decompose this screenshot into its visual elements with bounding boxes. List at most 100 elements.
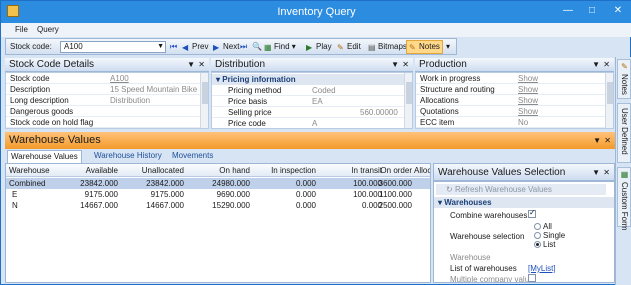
pin-icon[interactable]: ▼ (593, 132, 601, 149)
distribution-scrollbar[interactable] (404, 73, 412, 128)
refresh-icon: ↻ (446, 185, 455, 194)
radio-single[interactable] (534, 232, 541, 239)
detail-value: 15 Speed Mountain Bike Bo (110, 85, 209, 94)
menu-query[interactable]: Query (37, 25, 59, 34)
detail-label: Structure and routing (420, 85, 495, 94)
table-row[interactable]: Combined 23842.000 23842.000 24980.000 0.000… (6, 178, 430, 189)
table-cell: 1100.000 (379, 190, 412, 199)
chevron-down-icon[interactable]: ▼ (157, 42, 164, 52)
pricing-section-header[interactable]: ▾ Pricing information (212, 74, 412, 85)
refresh-label: Refresh Warehouse Values (454, 185, 552, 194)
radio-list[interactable] (534, 241, 541, 248)
grid-header: Warehouse Available Unallocated On hand … (6, 164, 430, 177)
side-tab-strip: Notes ✎ User Defined Custom Form ▦ (615, 57, 631, 285)
pin-icon[interactable]: ▼ (592, 58, 600, 72)
find-button[interactable]: ▦ Find ▾ (264, 41, 296, 53)
warehouse-tabs: Warehouse Values Warehouse History Movem… (5, 149, 431, 163)
stock-code-details-body: Stock code A100 Description 15 Speed Mount… (5, 72, 209, 129)
window-title: Inventory Query (277, 6, 356, 18)
column-header[interactable]: Allocat (414, 165, 430, 176)
detail-row: Stock code on hold flag (6, 118, 208, 128)
side-tab-notes-label: Notes (620, 74, 629, 95)
notes-icon: ✎ (409, 43, 416, 52)
multiple-company-label: Multiple company value (450, 275, 534, 283)
tab-movements[interactable]: Movements (169, 150, 216, 163)
option-all[interactable]: All (534, 222, 552, 231)
next-icon: ▶ (213, 43, 220, 52)
close-panel-icon[interactable]: ✕ (198, 58, 205, 72)
warehouses-section-title: Warehouses (444, 198, 492, 207)
refresh-warehouse-values-button[interactable]: ↻ Refresh Warehouse Values (436, 184, 606, 195)
distribution-header: Distribution ▼ ✕ (211, 58, 413, 72)
zoom-icon[interactable]: 🔍 (252, 41, 262, 53)
edit-label: Edit (347, 42, 361, 51)
play-button[interactable]: ▶ Play (306, 41, 332, 53)
prev-icon: ◀ (182, 43, 189, 52)
stock-code-details-header: Stock Code Details ▼ ✕ (5, 58, 209, 72)
option-single[interactable]: Single (534, 231, 565, 240)
minimize-icon[interactable]: — (561, 5, 575, 17)
multiple-company-checkbox[interactable] (528, 274, 536, 282)
tab-warehouse-history[interactable]: Warehouse History (91, 150, 165, 163)
bitmaps-button[interactable]: ▤ Bitmaps (368, 41, 407, 53)
column-header[interactable]: On order (6, 165, 412, 176)
detail-row: Price code A (212, 119, 412, 128)
detail-row: Work in progress Show (416, 74, 613, 84)
show-link[interactable]: Show (518, 107, 538, 117)
side-tab-user-defined[interactable]: User Defined (617, 103, 631, 163)
scroll-thumb[interactable] (406, 82, 412, 104)
details-scrollbar[interactable] (200, 73, 208, 128)
next-button[interactable]: ▶ Next (213, 41, 239, 53)
first-record-icon[interactable]: ⏮ (170, 41, 177, 53)
detail-label: Selling price (228, 108, 272, 117)
scroll-thumb[interactable] (607, 82, 613, 104)
close-icon[interactable]: ✕ (611, 5, 625, 17)
combine-warehouses-checkbox[interactable] (528, 208, 536, 218)
detail-row: Long description Distribution (6, 96, 208, 106)
tab-warehouse-values[interactable]: Warehouse Values (7, 150, 82, 163)
show-link[interactable]: Show (518, 85, 538, 95)
notes-icon: ✎ (620, 62, 629, 71)
last-record-icon[interactable]: ⏭ (240, 41, 247, 53)
notes-button[interactable]: ✎ Notes (406, 40, 443, 54)
maximize-icon[interactable]: □ (585, 5, 599, 17)
pin-icon[interactable]: ▼ (592, 164, 600, 182)
close-panel-icon[interactable]: ✕ (603, 58, 610, 72)
detail-value: No (518, 118, 529, 127)
next-label: Next (223, 42, 240, 51)
toolbar-overflow-icon[interactable]: ▾ (446, 41, 450, 53)
warehouses-section-header[interactable]: ▾ Warehouses (434, 197, 614, 208)
close-panel-icon[interactable]: ✕ (402, 58, 409, 72)
pin-icon[interactable]: ▼ (391, 58, 399, 72)
detail-label: Long description (10, 96, 69, 105)
table-row[interactable]: N 14667.000 14667.000 15290.000 0.000 0.000 25… (6, 200, 430, 211)
list-of-warehouses-link[interactable]: [MyList] (528, 264, 556, 273)
stock-code-combo[interactable]: A100 ▼ (60, 41, 166, 53)
table-row[interactable]: E 9175.000 9175.000 9690.000 0.000 100.000 110… (6, 189, 430, 200)
close-panel-icon[interactable]: ✕ (604, 132, 611, 149)
pin-icon[interactable]: ▼ (187, 58, 195, 72)
show-link[interactable]: Show (518, 96, 538, 106)
detail-row: ECC item No (416, 118, 613, 128)
detail-label: ECC item (420, 118, 455, 127)
option-list[interactable]: List (534, 240, 555, 249)
show-link[interactable]: Show (518, 74, 538, 84)
edit-button[interactable]: ✎ Edit (337, 41, 361, 53)
detail-value: A (312, 119, 318, 128)
menu-file[interactable]: File (15, 25, 28, 34)
prev-button[interactable]: ◀ Prev (182, 41, 208, 53)
stock-code-link[interactable]: A100 (110, 74, 129, 84)
edit-icon: ✎ (337, 43, 344, 52)
production-scrollbar[interactable] (605, 73, 613, 128)
side-tab-notes[interactable]: Notes ✎ (617, 59, 631, 99)
radio-all[interactable] (534, 223, 541, 230)
warehouse-selection-header: Warehouse Values Selection ▼ ✕ (433, 163, 615, 181)
close-panel-icon[interactable]: ✕ (603, 164, 610, 182)
side-tab-custom-form[interactable]: Custom Form ▦ (617, 167, 631, 230)
detail-label: Price code (228, 119, 266, 128)
detail-value: EA (312, 97, 323, 106)
side-tab-user-defined-label: User Defined (620, 108, 629, 155)
scroll-thumb[interactable] (202, 82, 208, 104)
detail-label: Dangerous goods (10, 107, 74, 116)
stock-code-value: A100 (64, 42, 83, 51)
